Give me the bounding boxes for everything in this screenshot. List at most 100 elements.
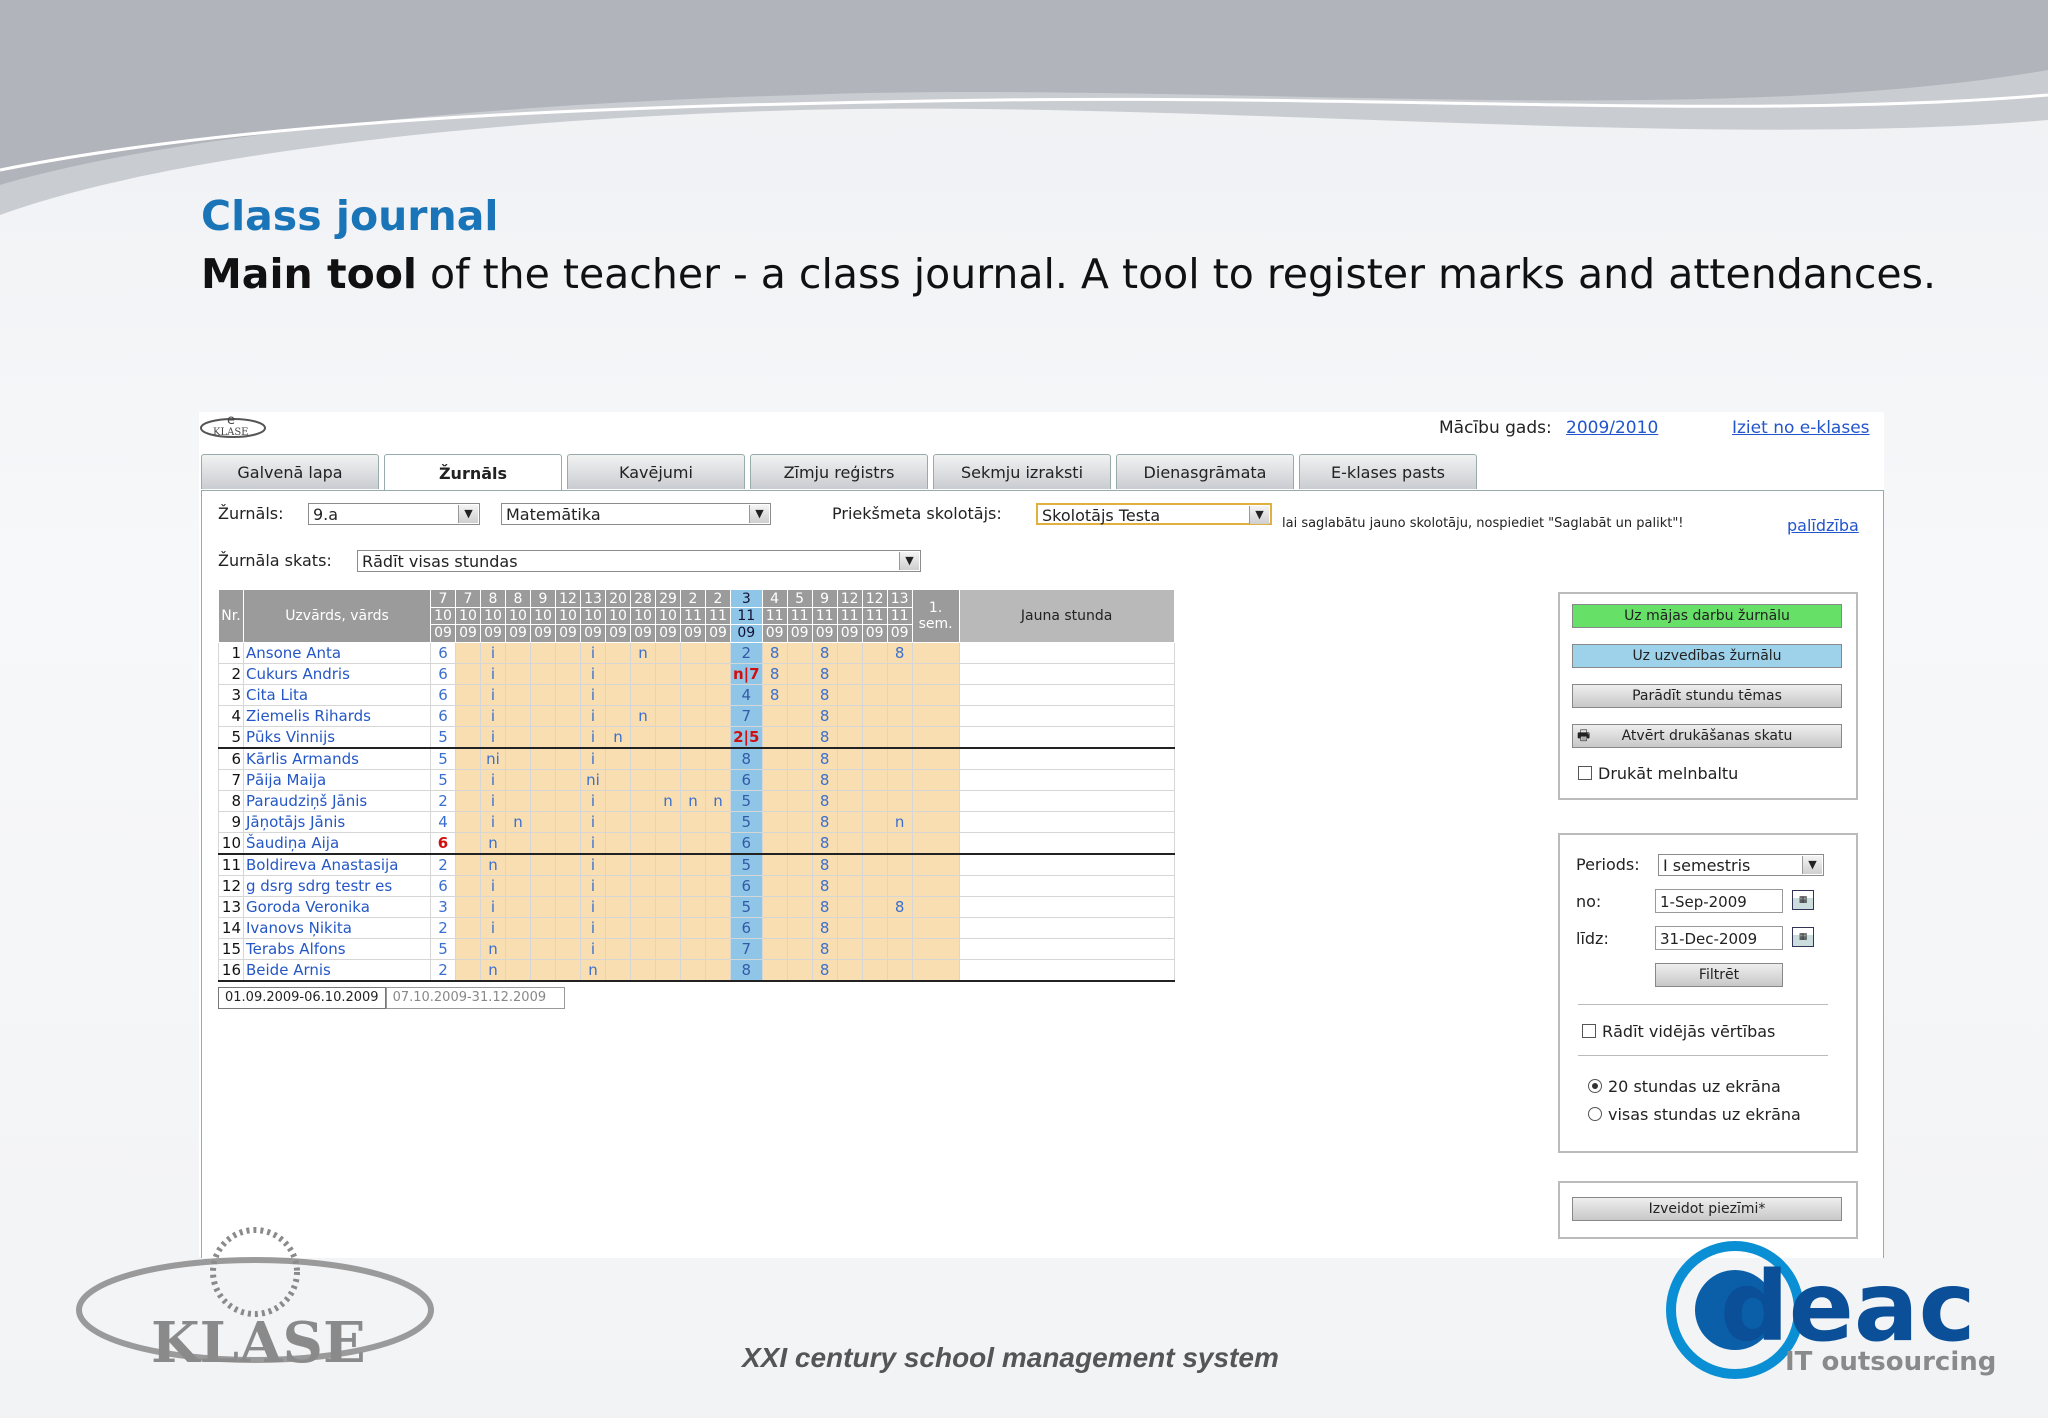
- mark-cell[interactable]: [680, 917, 706, 939]
- mark-cell[interactable]: [761, 705, 788, 727]
- mark-cell[interactable]: i: [480, 811, 506, 833]
- new-lesson-cell[interactable]: [958, 642, 1175, 664]
- tab-main-page[interactable]: Galvenā lapa: [201, 454, 379, 489]
- mark-cell[interactable]: [605, 811, 631, 833]
- mark-cell[interactable]: [455, 896, 481, 918]
- mark-cell[interactable]: [655, 853, 681, 876]
- mark-cell[interactable]: [630, 726, 656, 749]
- mark-cell[interactable]: 6: [730, 917, 763, 939]
- mark-cell[interactable]: 5: [430, 938, 456, 960]
- mark-cell[interactable]: 8: [811, 769, 838, 791]
- mark-cell[interactable]: 5: [430, 769, 456, 791]
- mark-cell[interactable]: ni: [580, 769, 606, 791]
- create-note-button[interactable]: Izveidot piezīmi*: [1572, 1197, 1842, 1221]
- mark-cell[interactable]: n: [580, 959, 606, 982]
- semester-cell[interactable]: [911, 790, 960, 812]
- mark-cell[interactable]: [630, 684, 656, 706]
- mark-cell[interactable]: [630, 896, 656, 918]
- mark-cell[interactable]: 6: [430, 642, 456, 664]
- mark-cell[interactable]: [886, 875, 913, 897]
- date-column-header[interactable]: 5 11 09: [786, 589, 813, 643]
- help-link[interactable]: palīdzība: [1787, 516, 1859, 535]
- mark-cell[interactable]: [605, 747, 631, 770]
- semester-cell[interactable]: [911, 875, 960, 897]
- mark-cell[interactable]: [705, 642, 731, 664]
- mark-cell[interactable]: 5: [430, 747, 456, 770]
- mark-cell[interactable]: [630, 811, 656, 833]
- mark-cell[interactable]: [530, 917, 556, 939]
- mark-cell[interactable]: 6: [430, 663, 456, 685]
- mark-cell[interactable]: 8: [811, 684, 838, 706]
- mark-cell[interactable]: [836, 811, 863, 833]
- mark-cell[interactable]: i: [480, 790, 506, 812]
- radio-20-lessons[interactable]: [1588, 1079, 1602, 1093]
- mark-cell[interactable]: [886, 769, 913, 791]
- mark-cell[interactable]: [705, 938, 731, 960]
- mark-cell[interactable]: i: [580, 832, 606, 855]
- mark-cell[interactable]: [655, 832, 681, 855]
- student-name-link[interactable]: Ziemelis Rihards: [243, 705, 431, 727]
- mark-cell[interactable]: [705, 705, 731, 727]
- mark-cell[interactable]: [680, 959, 706, 982]
- student-name-link[interactable]: Ivanovs Ņikita: [243, 917, 431, 939]
- mark-cell[interactable]: 8: [811, 875, 838, 897]
- date-column-header[interactable]: 8 10 09: [480, 589, 506, 643]
- mark-cell[interactable]: [655, 684, 681, 706]
- homework-journal-button[interactable]: Uz mājas darbu žurnālu: [1572, 604, 1842, 628]
- student-name-link[interactable]: Cukurs Andris: [243, 663, 431, 685]
- student-name-link[interactable]: Goroda Veronika: [243, 896, 431, 918]
- mark-cell[interactable]: [786, 959, 813, 982]
- filter-button[interactable]: Filtrēt: [1655, 963, 1783, 987]
- student-name-link[interactable]: Pāija Maija: [243, 769, 431, 791]
- mark-cell[interactable]: [530, 938, 556, 960]
- mark-cell[interactable]: [530, 875, 556, 897]
- new-lesson-cell[interactable]: [958, 790, 1175, 812]
- print-view-button[interactable]: 🖶 Atvērt drukāšanas skatu: [1572, 724, 1842, 748]
- mark-cell[interactable]: [655, 642, 681, 664]
- mark-cell[interactable]: [705, 896, 731, 918]
- mark-cell[interactable]: [555, 853, 581, 876]
- calendar-icon[interactable]: ▦: [1792, 890, 1814, 910]
- mark-cell[interactable]: [630, 917, 656, 939]
- semester-cell[interactable]: [911, 642, 960, 664]
- show-topics-button[interactable]: Parādīt stundu tēmas: [1572, 684, 1842, 708]
- mark-cell[interactable]: [630, 959, 656, 982]
- mark-cell[interactable]: 8: [761, 642, 788, 664]
- date-column-header[interactable]: 12 10 09: [555, 589, 581, 643]
- mark-cell[interactable]: 2: [430, 790, 456, 812]
- mark-cell[interactable]: [786, 811, 813, 833]
- semester-cell[interactable]: [911, 896, 960, 918]
- mark-cell[interactable]: [680, 769, 706, 791]
- mark-cell[interactable]: [455, 705, 481, 727]
- mark-cell[interactable]: [786, 684, 813, 706]
- mark-cell[interactable]: [861, 663, 888, 685]
- mark-cell[interactable]: [455, 726, 481, 749]
- tab-notes-register[interactable]: Zīmju reģistrs: [750, 454, 928, 489]
- calendar-icon[interactable]: ▦: [1792, 927, 1814, 947]
- mark-cell[interactable]: [630, 747, 656, 770]
- mark-cell[interactable]: [861, 769, 888, 791]
- mark-cell[interactable]: [555, 726, 581, 749]
- mark-cell[interactable]: [861, 959, 888, 982]
- mark-cell[interactable]: [530, 663, 556, 685]
- student-name-link[interactable]: Šaudiņa Aija: [243, 832, 431, 855]
- period-tab-2[interactable]: 07.10.2009-31.12.2009: [385, 987, 565, 1009]
- mark-cell[interactable]: [861, 790, 888, 812]
- date-column-header[interactable]: 12 11 09: [836, 589, 863, 643]
- mark-cell[interactable]: [761, 790, 788, 812]
- mark-cell[interactable]: i: [580, 875, 606, 897]
- mark-cell[interactable]: [455, 663, 481, 685]
- mark-cell[interactable]: n: [886, 811, 913, 833]
- mark-cell[interactable]: [836, 726, 863, 749]
- mark-cell[interactable]: 6: [430, 875, 456, 897]
- date-column-header[interactable]: 9 11 09: [811, 589, 838, 643]
- conduct-journal-button[interactable]: Uz uzvedības žurnālu: [1572, 644, 1842, 668]
- mark-cell[interactable]: [530, 726, 556, 749]
- mark-cell[interactable]: [836, 747, 863, 770]
- mark-cell[interactable]: [786, 769, 813, 791]
- mark-cell[interactable]: [605, 790, 631, 812]
- mark-cell[interactable]: 6: [430, 832, 456, 855]
- mark-cell[interactable]: i: [580, 811, 606, 833]
- student-name-link[interactable]: Cita Lita: [243, 684, 431, 706]
- mark-cell[interactable]: [680, 896, 706, 918]
